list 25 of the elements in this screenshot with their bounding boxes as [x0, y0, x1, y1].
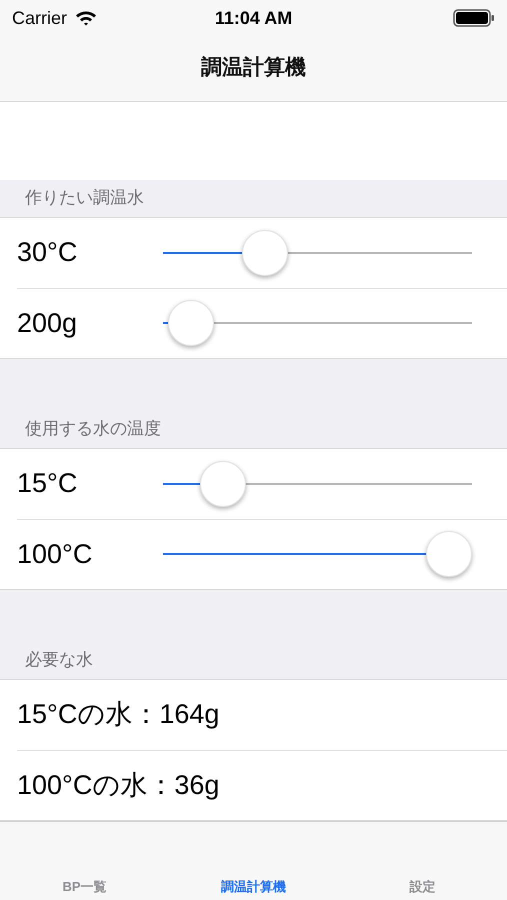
slider-value: 100°C [17, 538, 94, 571]
result-text: 100°Cの水：36g [17, 768, 220, 802]
navigation-title: 調温計算機 [201, 55, 306, 82]
slider-thumb[interactable] [426, 531, 472, 578]
status-time: 11:04 AM [214, 6, 292, 30]
section-header: 使用する水の温度 [25, 418, 161, 440]
slider[interactable] [163, 531, 472, 578]
slider-value: 15°C [17, 467, 78, 500]
slider-thumb[interactable] [242, 230, 288, 276]
slider-thumb[interactable] [168, 300, 214, 346]
section-header: 作りたい調温水 [25, 187, 144, 210]
carrier-name: Carrier [12, 6, 68, 30]
tab[interactable]: 調温計算機 [217, 876, 290, 896]
tab[interactable]: BP一覧 [58, 876, 111, 896]
section-header: 必要な水 [25, 649, 93, 672]
result-text: 15°Cの水：164g [17, 698, 220, 732]
slider[interactable] [163, 300, 472, 346]
tab[interactable]: 設定 [406, 876, 440, 896]
slider[interactable] [163, 230, 472, 276]
slider-thumb[interactable] [200, 460, 246, 507]
slider-value: 30°C [17, 236, 78, 270]
wifi-icon [75, 10, 98, 26]
battery-icon [453, 9, 495, 28]
slider[interactable] [163, 460, 472, 507]
slider-value: 200g [17, 306, 78, 340]
